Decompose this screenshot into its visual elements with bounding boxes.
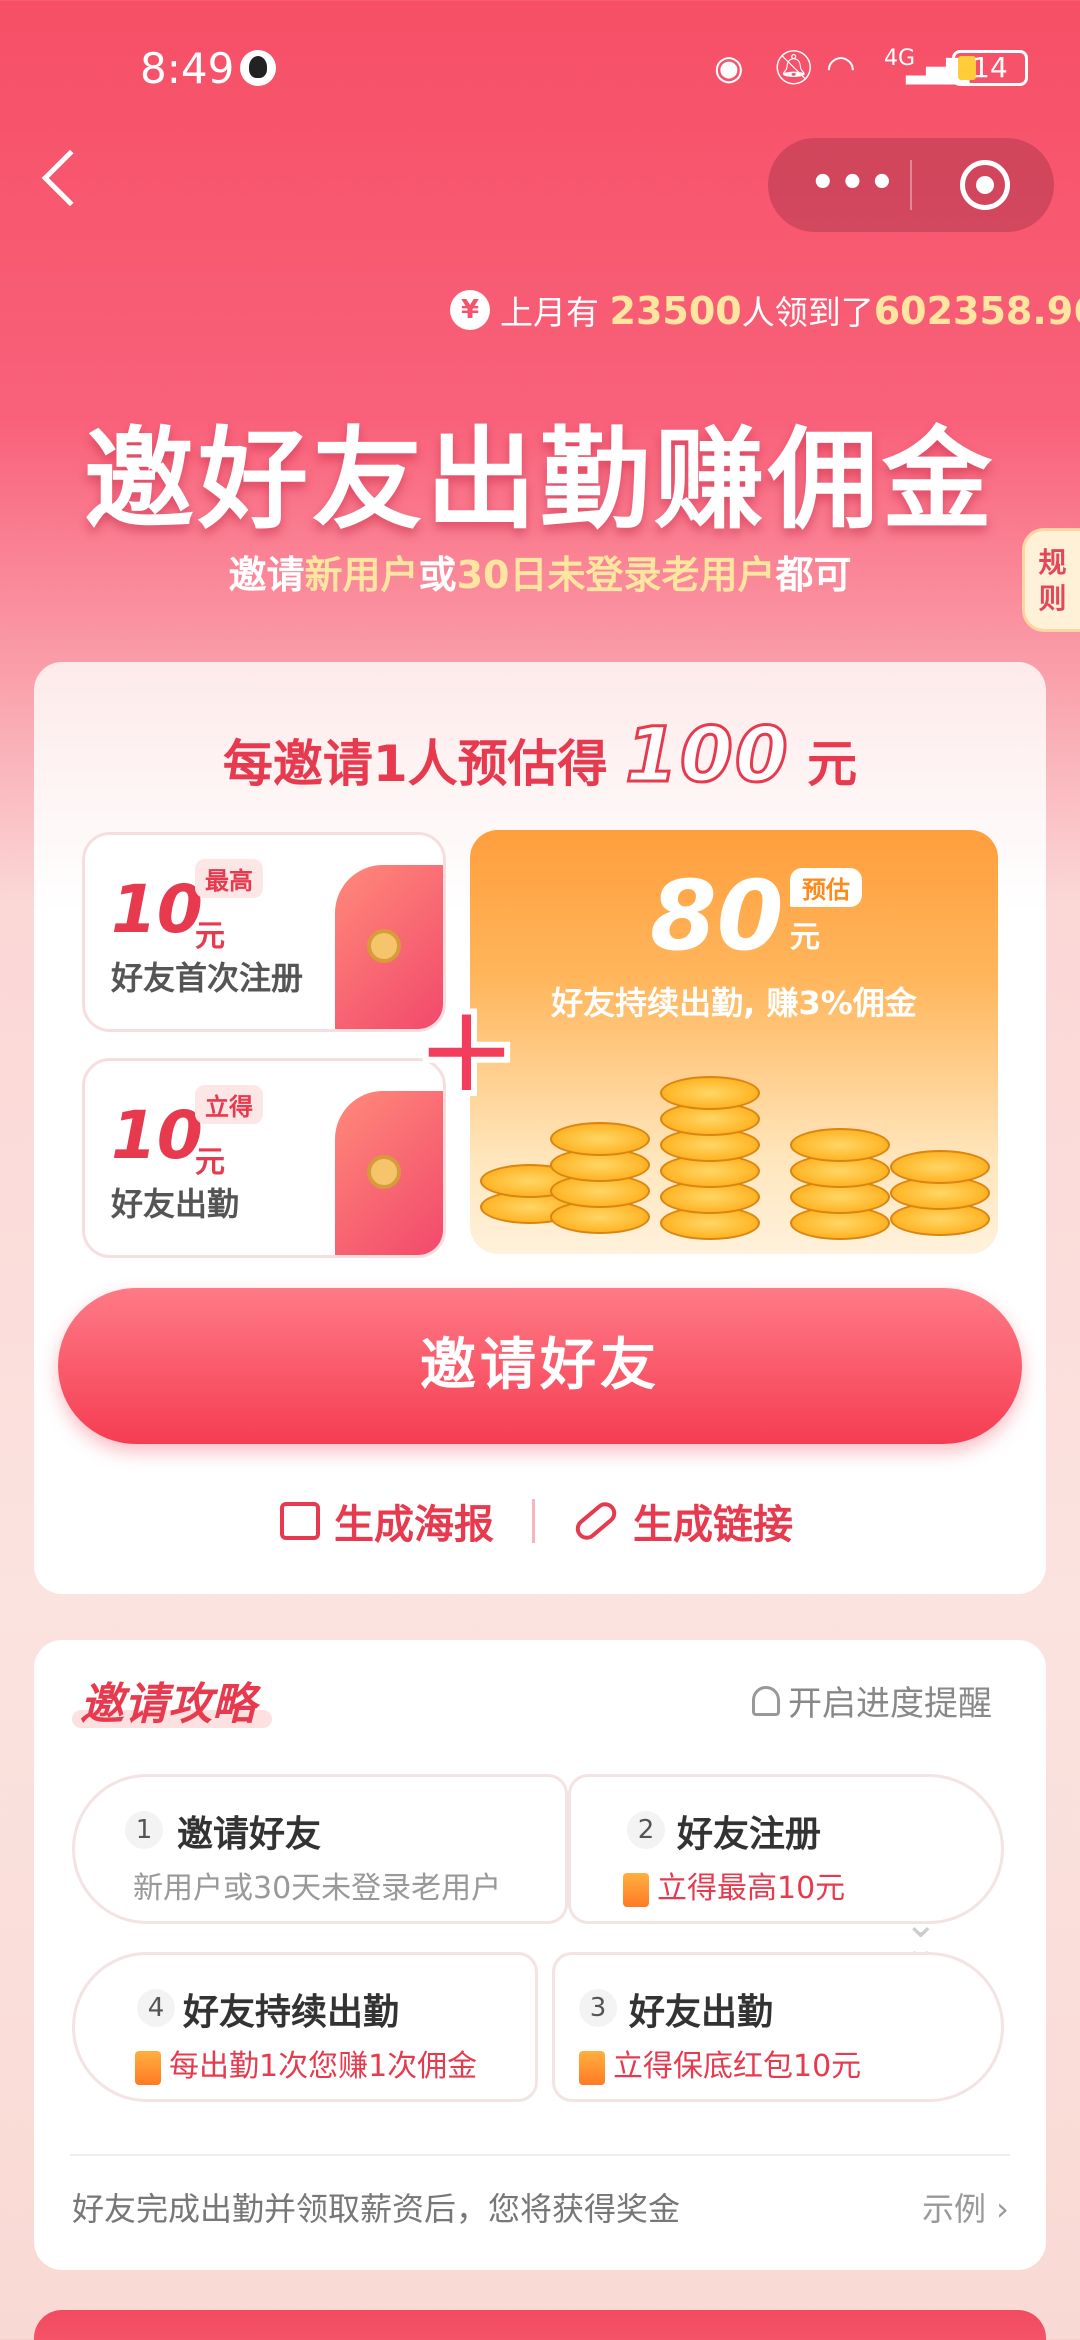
register-unit: 元 xyxy=(195,919,225,954)
share-links: 生成海报 生成链接 xyxy=(280,1492,793,1550)
attendance-amount: 10 xyxy=(111,1097,203,1174)
step-number: 3 xyxy=(579,1989,617,2027)
qq-icon xyxy=(240,50,276,86)
invite-friends-button[interactable]: 邀请好友 xyxy=(58,1288,1022,1444)
step-title: 邀请好友 xyxy=(177,1814,322,1855)
reward-box-register: 10 最高 元 好友首次注册 xyxy=(82,832,446,1032)
image-icon xyxy=(280,1502,320,1540)
wifi-icon: ◠ xyxy=(826,48,856,88)
step-number: 2 xyxy=(627,1811,665,1849)
generate-poster-link[interactable]: 生成海报 xyxy=(334,1492,494,1550)
reward-title-prefix: 每邀请1人预估得 xyxy=(222,735,608,793)
stats-people: 23500 xyxy=(609,289,742,333)
step-title: 好友出勤 xyxy=(629,1992,774,2033)
step-sub: 每出勤1次您赚1次佣金 xyxy=(169,2049,478,2084)
plus-icon: + xyxy=(409,972,524,1124)
commission-desc: 好友持续出勤, 赚3%佣金 xyxy=(551,984,917,1022)
sub-prefix: 邀请 xyxy=(228,553,305,597)
back-button[interactable] xyxy=(41,149,99,207)
step-sub: 立得最高10元 xyxy=(657,1871,846,1906)
status-time: 8:49 xyxy=(140,44,235,93)
step-1: 1 邀请好友 新用户或30天未登录老用户 xyxy=(72,1774,568,1924)
more-dots-icon[interactable]: ••• xyxy=(810,163,899,203)
capsule-divider xyxy=(910,160,912,210)
register-amount: 10 xyxy=(111,871,203,948)
step-4: 4 好友持续出勤 每出勤1次您赚1次佣金 xyxy=(72,1952,538,2102)
generate-link-link[interactable]: 生成链接 xyxy=(633,1492,793,1550)
step-number: 4 xyxy=(137,1989,175,2027)
step-title: 好友持续出勤 xyxy=(183,1992,400,2033)
register-desc: 好友首次注册 xyxy=(111,959,304,997)
link-icon xyxy=(571,1497,621,1545)
red-envelope-icon xyxy=(135,2050,161,2085)
mini-program-capsule: ••• xyxy=(768,138,1054,232)
red-envelope-icon xyxy=(623,1872,649,1907)
guide-footer-text: 好友完成出勤并领取薪资后，您将获得奖金 xyxy=(72,2190,681,2228)
remind-label: 开启进度提醒 xyxy=(788,1684,992,1724)
sub-suffix: 都可 xyxy=(775,553,852,597)
commission-amount: 80 xyxy=(650,860,784,972)
progress-reminder-toggle[interactable]: 开启进度提醒 xyxy=(752,1676,992,1725)
example-link[interactable]: 示例 › xyxy=(922,2184,1009,2230)
bell-icon xyxy=(752,1685,780,1716)
guide-title: 邀请攻略 xyxy=(80,1679,256,1730)
page-headline: 邀好友出勤赚佣金 xyxy=(84,416,996,544)
mute-icon: 🔕︎ xyxy=(772,48,816,88)
reward-title-amount: 100 xyxy=(624,709,790,801)
reward-box-attendance: 10 立得 元 好友出勤 xyxy=(82,1058,446,1258)
attendance-desc: 好友出勤 xyxy=(111,1185,240,1223)
guide-divider xyxy=(70,2154,1010,2156)
target-icon[interactable] xyxy=(960,160,1010,210)
rules-tab[interactable]: 规则 xyxy=(1022,528,1080,632)
red-envelope-icon xyxy=(579,2050,605,2085)
reward-box-commission: 80 预估 元 好友持续出勤, 赚3%佣金 xyxy=(470,830,998,1254)
yen-icon: ¥ xyxy=(450,290,490,330)
stats-line: 上月有 23500人领到了602358.96元 xyxy=(500,286,1080,334)
stats-prefix: 上月有 xyxy=(500,293,599,332)
sub-old: 30日未登录老用户 xyxy=(456,553,776,597)
attendance-unit: 元 xyxy=(195,1145,225,1180)
link-divider xyxy=(532,1499,535,1543)
step-sub: 立得保底红包10元 xyxy=(613,2049,862,2084)
step-3: 3 好友出勤 立得保底红包10元 xyxy=(552,1952,1004,2102)
step-sub: 新用户或30天未登录老用户 xyxy=(133,1871,502,1906)
step-number: 1 xyxy=(125,1811,163,1849)
battery-icon: 14 xyxy=(952,50,1028,86)
sub-or: 或 xyxy=(418,553,457,597)
stats-mid: 人领到了 xyxy=(741,293,874,332)
commission-unit: 元 xyxy=(790,920,820,955)
step-2: 2 好友注册 立得最高10元 xyxy=(568,1774,1004,1924)
eye-icon: ◉ xyxy=(714,48,744,88)
stats-amount: 602358.96 xyxy=(873,289,1080,333)
reward-title-suffix: 元 xyxy=(807,735,858,793)
next-section-peek xyxy=(34,2310,1046,2340)
commission-tag: 预估 xyxy=(790,868,862,907)
battery-level: 14 xyxy=(972,51,1008,84)
step-title: 好友注册 xyxy=(677,1814,822,1855)
attendance-tag: 立得 xyxy=(195,1085,263,1124)
hero-subline: 邀请新用户或30日未登录老用户都可 xyxy=(0,544,1080,599)
register-tag: 最高 xyxy=(195,859,263,898)
reward-card-title: 每邀请1人预估得 100 元 xyxy=(34,709,1046,801)
sub-new: 新用户 xyxy=(304,553,419,597)
